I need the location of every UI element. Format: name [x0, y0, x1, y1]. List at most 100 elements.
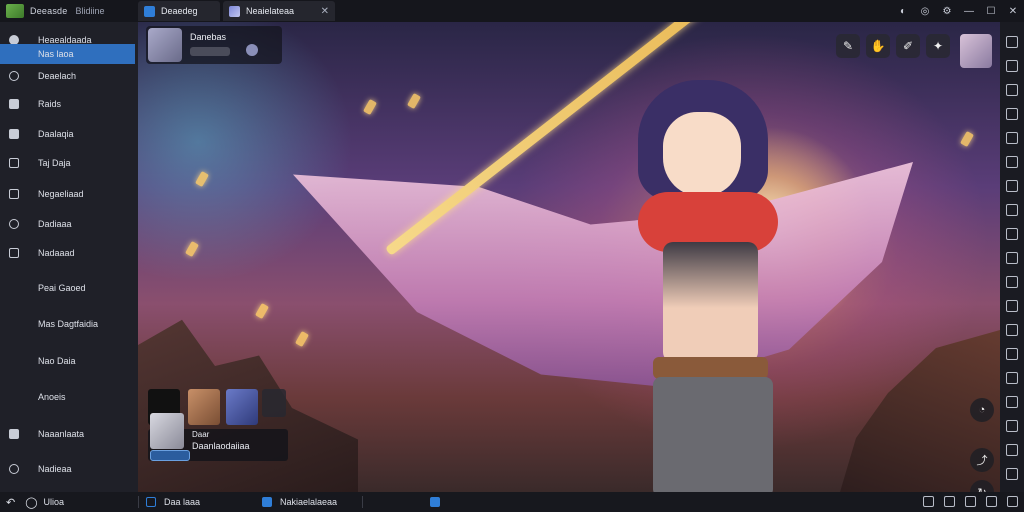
sidebar-item-gallery[interactable]: Daalaqia	[0, 124, 135, 144]
tray-icon[interactable]	[1007, 496, 1018, 507]
tool-icon[interactable]	[1006, 180, 1018, 192]
gallery-icon	[9, 129, 19, 139]
sidebar-item-tools[interactable]: Taj Daja	[0, 153, 135, 173]
window-icon	[146, 497, 156, 507]
tool-icon[interactable]	[1006, 252, 1018, 264]
back-icon: ↶	[6, 496, 16, 509]
tray-icon[interactable]	[923, 496, 934, 507]
profile-name: Danebas	[190, 32, 227, 42]
tool-icon[interactable]	[1006, 420, 1018, 432]
chat-icon[interactable]: ◔	[970, 398, 994, 422]
sidebar-item-label: Nas laoa	[38, 49, 74, 59]
main-artwork: Danebas ✎ ✋ ✐ ✦ Daar Daanlaodaiiaa ◔ ⤴	[138, 22, 1000, 492]
spark	[195, 170, 209, 188]
sidebar-subitem-2[interactable]: Mas Dagtfaidia	[0, 314, 135, 334]
app-window: Deeasde Blidiine Deaedeg Neaielateaa ✕ ◐…	[0, 0, 1024, 512]
sidebar-item-raids[interactable]: Raids	[0, 94, 135, 114]
taskbar-item-label: Daa laaa	[164, 497, 201, 507]
sidebar-item-explore[interactable]: Dadiaaa	[0, 214, 135, 234]
minimize-button[interactable]: —	[958, 6, 980, 17]
small-avatar-icon	[246, 44, 258, 56]
thumbnail-icon	[229, 5, 240, 17]
tool-icon[interactable]	[1006, 60, 1018, 72]
title-bar: Deeasde Blidiine Deaedeg Neaielateaa ✕ ◐…	[0, 0, 1024, 22]
wand-icon[interactable]: ✦	[926, 34, 950, 58]
tool-icon[interactable]	[1006, 36, 1018, 48]
tool-icon[interactable]	[1006, 348, 1018, 360]
circle-icon: ◯	[25, 496, 38, 509]
eye-icon[interactable]: ◎	[914, 6, 936, 17]
right-toolbar	[1000, 22, 1024, 492]
tool-icon[interactable]	[1006, 444, 1018, 456]
app-logo-icon	[6, 4, 24, 18]
tray-icon[interactable]	[986, 496, 997, 507]
hand-icon[interactable]: ✋	[866, 34, 890, 58]
tool-icon[interactable]	[1006, 300, 1018, 312]
taskbar-item-3[interactable]	[430, 492, 448, 512]
edit-icon[interactable]: ✐	[896, 34, 920, 58]
notification-icon[interactable]	[262, 389, 286, 417]
tool-buttons: ✎ ✋ ✐ ✦	[836, 34, 992, 68]
settings-icon[interactable]: ⚙	[936, 6, 958, 17]
sidebar-item-search[interactable]: Deaelach	[0, 66, 135, 86]
sidebar-item-label: Nadieaa	[38, 464, 72, 474]
sidebar-item-media[interactable]: Nadaaad	[0, 243, 135, 263]
character-thumb[interactable]	[226, 389, 258, 425]
spark	[363, 98, 377, 116]
tool-icon[interactable]	[1006, 228, 1018, 240]
sidebar-item-camera[interactable]: Negaeliaad	[0, 184, 135, 204]
avatar	[150, 413, 184, 449]
theme-icon[interactable]: ◐	[892, 6, 914, 17]
tab-label: Neaielateaa	[246, 6, 295, 16]
character-torso	[663, 242, 758, 362]
tool-icon[interactable]	[1006, 468, 1018, 480]
sidebar-subitem-4[interactable]: Anoeis	[0, 387, 135, 407]
tool-icon[interactable]	[1006, 132, 1018, 144]
character-thumb[interactable]	[188, 389, 220, 425]
maximize-button[interactable]: ☐	[980, 6, 1002, 17]
tray-icon[interactable]	[944, 496, 955, 507]
sidebar-item-label: Raids	[38, 99, 62, 109]
brush-icon[interactable]: ✎	[836, 34, 860, 58]
close-tab-icon[interactable]: ✕	[321, 6, 329, 17]
share-icon[interactable]: ⤴	[970, 448, 994, 472]
sidebar-item-active[interactable]: Nas laoa	[0, 44, 135, 64]
flag-icon	[9, 99, 19, 109]
close-button[interactable]: ✕	[1002, 6, 1024, 17]
character-cape	[293, 162, 913, 387]
sidebar-item-library[interactable]: Naaanlaata	[0, 424, 135, 444]
spark	[960, 130, 974, 148]
tool-icon[interactable]	[1006, 204, 1018, 216]
pencil-icon	[9, 158, 19, 168]
tool-icon[interactable]	[1006, 156, 1018, 168]
sidebar-item-label: Nao Daia	[38, 356, 76, 366]
profile-card[interactable]: Danebas	[146, 26, 282, 64]
tool-icon[interactable]	[1006, 372, 1018, 384]
tool-icon[interactable]	[1006, 396, 1018, 408]
spark	[407, 92, 421, 110]
refresh-icon[interactable]: ↻	[970, 480, 994, 492]
tool-icon[interactable]	[1006, 108, 1018, 120]
sidebar-subitem-3[interactable]: Nao Daia	[0, 351, 135, 371]
app-icon	[144, 5, 155, 17]
sidebar-item-settings[interactable]: Nadieaa	[0, 459, 135, 479]
sidebar-item-label: Anoeis	[38, 392, 66, 402]
taskbar-item-1[interactable]: Daa laaa	[146, 492, 200, 512]
character-legs	[653, 377, 773, 492]
sidebar-item-label: Negaeliaad	[38, 189, 84, 199]
tab-1[interactable]: Deaedeg	[138, 1, 220, 21]
avatar[interactable]	[960, 34, 992, 68]
tray-icon[interactable]	[965, 496, 976, 507]
tool-icon[interactable]	[1006, 84, 1018, 96]
sidebar-subitem-1[interactable]: Peai Gaoed	[0, 278, 135, 298]
tool-icon[interactable]	[1006, 324, 1018, 336]
status-badge[interactable]	[150, 450, 190, 461]
tab-2[interactable]: Neaielateaa ✕	[223, 1, 335, 21]
taskbar-item-2[interactable]: Nakiaelalaeaa	[262, 492, 337, 512]
sidebar: Heaealdaada Nas laoa Deaelach Raids Daal…	[0, 22, 138, 492]
tab-label: Deaedeg	[161, 6, 198, 16]
status-chip	[190, 47, 230, 56]
back-button[interactable]: ↶ ◯ Ulioa	[6, 492, 64, 512]
tool-icon[interactable]	[1006, 276, 1018, 288]
camera-icon	[9, 189, 19, 199]
